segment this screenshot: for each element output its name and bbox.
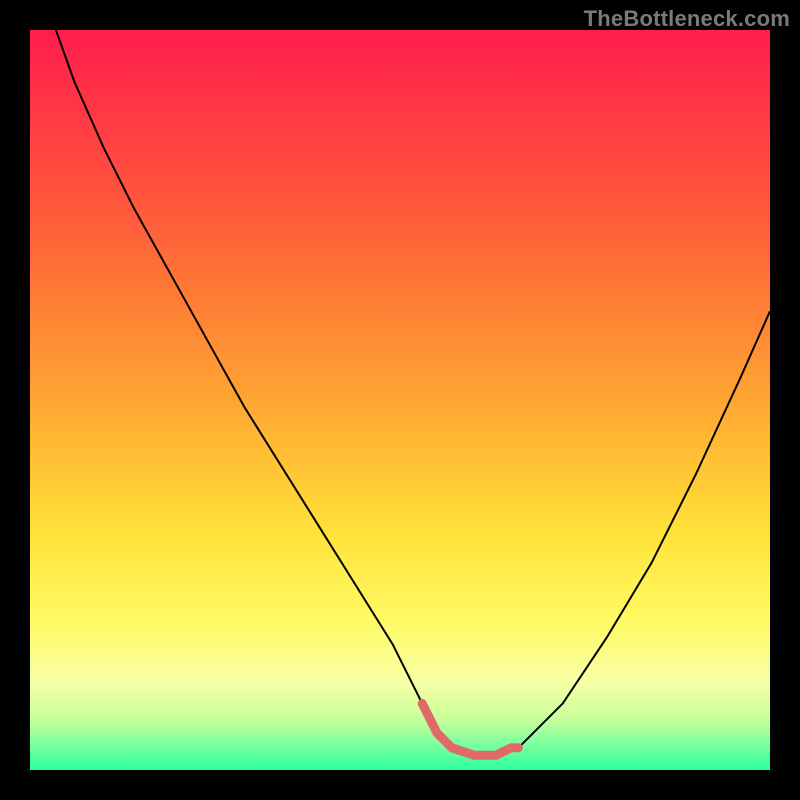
series-valley-marker bbox=[422, 703, 518, 755]
watermark-text: TheBottleneck.com bbox=[584, 6, 790, 32]
series-bottleneck-curve bbox=[56, 30, 770, 755]
chart-frame: TheBottleneck.com bbox=[0, 0, 800, 800]
chart-curves bbox=[30, 30, 770, 770]
plot-area bbox=[30, 30, 770, 770]
